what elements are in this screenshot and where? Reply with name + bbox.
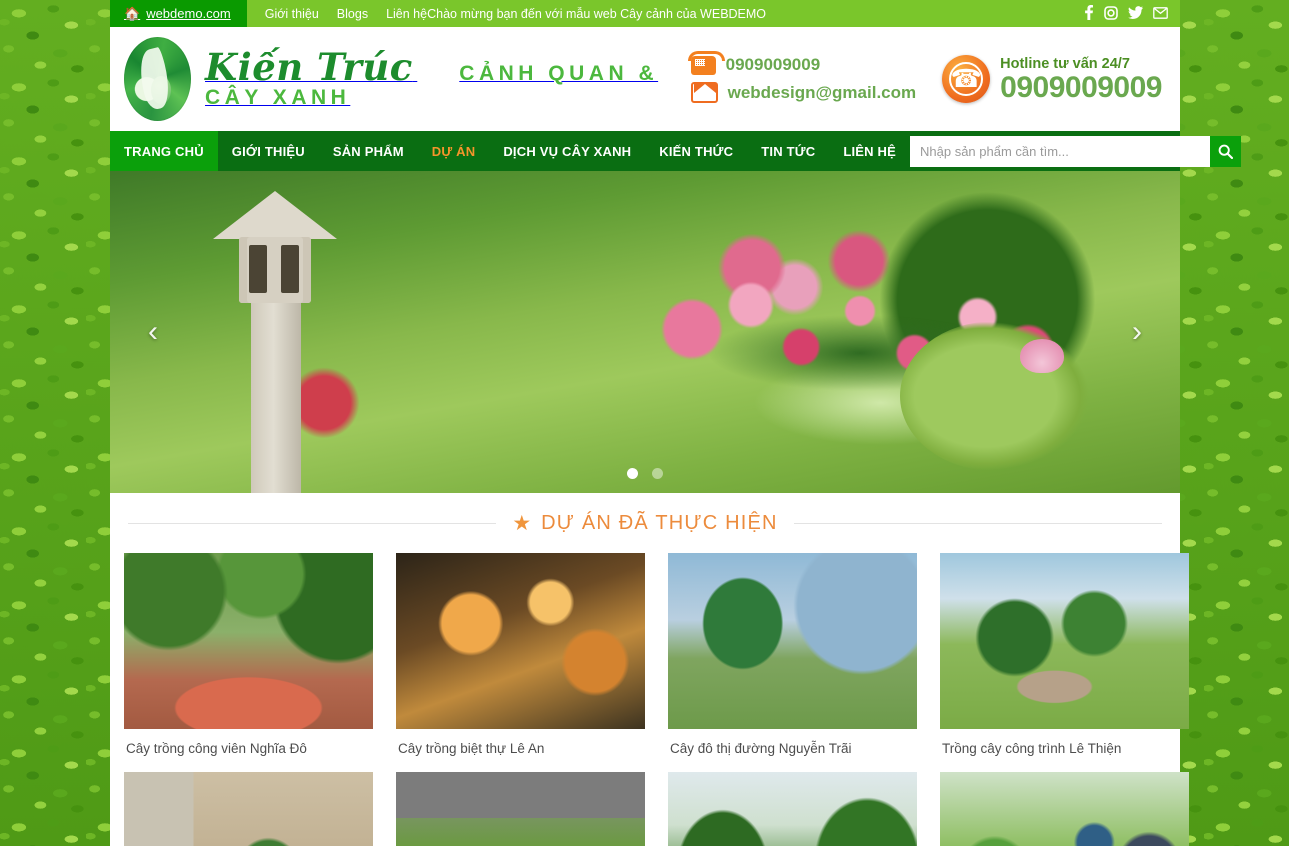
logo-leaf-icon [124,37,192,121]
slider-next-arrow[interactable]: › [1120,309,1154,355]
contact-email-text: webdesign@gmail.com [727,82,917,102]
hotline-phone-icon [942,55,991,103]
contact-phone-text: 0909009009 [725,55,821,74]
hero-slider[interactable]: ‹ › [110,171,1180,493]
project-card[interactable]: Cây trồng biệt thự Lê An [396,553,645,756]
contact-phone-row[interactable]: 0909009009 [687,50,917,75]
main-content: ★ DỰ ÁN ĐÃ THỰC HIỆN Cây trồng công viên… [110,493,1189,846]
site-header: Kiến Trúc CẢNH QUAN & CÂY XANH 090900900… [110,27,1180,131]
project-thumbnail[interactable] [124,553,373,729]
nav-item-dich-vu-cay-xanh[interactable]: DỊCH VỤ CÂY XANH [489,131,645,171]
search-input[interactable] [910,135,1211,167]
slider-dot-1[interactable] [627,468,638,479]
page-root: 🏠 webdemo.com Giới thiệu Blogs Liên hệ C… [0,0,1289,846]
main-navigation: TRANG CHỦ GIỚI THIỆU SẢN PHẨM DỰ ÁN DỊCH… [110,131,1242,171]
search-button[interactable] [1210,135,1242,167]
project-thumbnail[interactable] [396,772,645,846]
topbar-marquee: Chào mừng bạn đến với mẫu web Cây cảnh c… [427,7,1084,21]
project-thumbnail[interactable] [668,553,917,729]
nav-item-du-an[interactable]: DỰ ÁN [418,131,490,171]
search-icon [1218,144,1234,159]
twitter-icon[interactable] [1128,6,1143,21]
hotline-block[interactable]: Hotline tư vấn 24/7 0909009009 [942,55,1162,103]
topbar-link-blogs[interactable]: Blogs [337,7,368,21]
project-caption[interactable]: Cây đô thị đường Nguyễn Trãi [668,729,917,756]
contact-email-row[interactable]: webdesign@gmail.com [690,82,917,103]
search-box [910,135,1246,167]
logo-script-text: Kiến Trúc [205,44,413,89]
nav-item-tin-tuc[interactable]: TIN TỨC [747,131,829,171]
star-icon: ★ [512,511,532,535]
home-site-button[interactable]: 🏠 webdemo.com [110,0,247,27]
hotline-number: 0909009009 [1000,70,1162,104]
site-logo[interactable]: Kiến Trúc CẢNH QUAN & CÂY XANH [110,37,691,121]
project-card[interactable]: Cây đô thị đường Nguyễn Trãi [668,553,917,756]
topbar-link-gioi-thieu[interactable]: Giới thiệu [265,7,319,21]
project-caption[interactable]: Cây trồng công viên Nghĩa Đô [124,729,373,756]
section-rule-right [793,522,1163,524]
project-card[interactable] [668,772,917,846]
project-card[interactable] [940,772,1189,846]
project-caption[interactable]: Trồng cây công trình Lê Thiện [940,729,1189,756]
page-title: DỰ ÁN ĐÃ THỰC HIỆN [541,511,778,534]
social-icons [1084,5,1180,22]
nav-item-trang-chu[interactable]: TRANG CHỦ [110,131,218,171]
section-title-inner: ★ DỰ ÁN ĐÃ THỰC HIỆN [512,512,777,535]
project-thumbnail[interactable] [940,772,1189,846]
section-rule-left [128,522,497,524]
home-icon: 🏠 [124,5,141,21]
section-header-projects: ★ DỰ ÁN ĐÃ THỰC HIỆN [124,493,1166,553]
hero-lotus [900,321,1090,471]
logo-text: Kiến Trúc CẢNH QUAN & CÂY XANH [191,44,691,111]
projects-grid-row-2 [124,772,1189,846]
header-contact-block: 0909009009 webdesign@gmail.com Hotline t… [687,50,1180,103]
mail-icon [690,82,718,103]
project-thumbnail[interactable] [124,772,373,846]
marquee-text: Chào mừng bạn đến với mẫu web Cây cảnh c… [427,6,767,21]
home-site-label: webdemo.com [146,6,231,21]
nav-item-kien-thuc[interactable]: KIẾN THỨC [645,131,747,171]
email-icon[interactable] [1153,6,1168,21]
contact-column: 0909009009 webdesign@gmail.com [687,50,917,103]
instagram-icon[interactable] [1104,5,1118,22]
project-card[interactable] [396,772,645,846]
phone-icon [687,50,725,75]
nav-item-san-pham[interactable]: SẢN PHẨM [319,131,418,171]
projects-grid-row-1: Cây trồng công viên Nghĩa Đô Cây trồng b… [124,553,1189,756]
project-card[interactable] [124,772,373,846]
project-card[interactable]: Cây trồng công viên Nghĩa Đô [124,553,373,756]
nav-item-lien-he[interactable]: LIÊN HỆ [829,131,910,171]
top-bar: 🏠 webdemo.com Giới thiệu Blogs Liên hệ C… [110,0,1180,27]
hotline-texts: Hotline tư vấn 24/7 0909009009 [1000,56,1162,103]
slider-prev-arrow[interactable]: ‹ [136,309,170,355]
topbar-links: Giới thiệu Blogs Liên hệ [247,7,427,21]
project-thumbnail[interactable] [396,553,645,729]
project-thumbnail[interactable] [940,553,1189,729]
project-caption[interactable]: Cây trồng biệt thự Lê An [396,729,645,756]
project-thumbnail[interactable] [668,772,917,846]
nav-item-gioi-thieu[interactable]: GIỚI THIỆU [218,131,319,171]
facebook-icon[interactable] [1084,5,1094,22]
slider-dots [110,468,1180,479]
slider-dot-2[interactable] [652,468,663,479]
hotline-label: Hotline tư vấn 24/7 [1000,55,1130,72]
hero-stone-lantern [213,191,337,493]
project-card[interactable]: Trồng cây công trình Lê Thiện [940,553,1189,756]
topbar-link-lien-he[interactable]: Liên hệ [386,7,427,21]
